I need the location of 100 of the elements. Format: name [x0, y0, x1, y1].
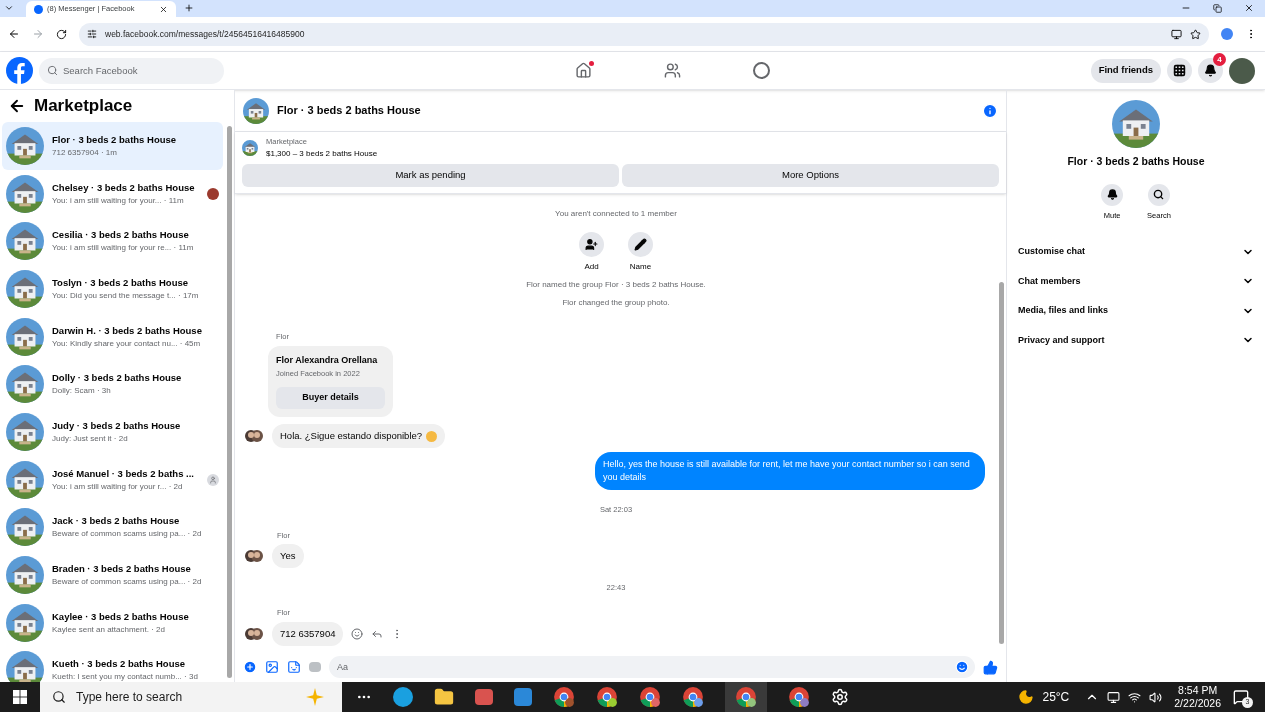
search-button[interactable]	[1148, 183, 1170, 206]
profile-avatar-icon[interactable]	[1229, 57, 1255, 84]
conversation-preview: You: Did you send the message t... · 17m	[52, 289, 200, 302]
browser-icon[interactable]	[639, 686, 661, 708]
message-text: 712 6357904	[280, 626, 336, 641]
conversation-name: Judy · 3 beds 2 baths House	[52, 418, 182, 432]
pencil-button[interactable]	[628, 232, 653, 257]
taskbar-search-field[interactable]: Type here to search	[40, 682, 342, 712]
tab-list-icon[interactable]	[4, 3, 14, 13]
listing-action-button[interactable]: Mark as pending	[242, 164, 619, 187]
conversation-name: Flor · 3 beds 2 baths House	[52, 132, 178, 146]
settings-icon[interactable]	[831, 688, 849, 706]
friends-icon[interactable]	[663, 62, 681, 79]
close-icon[interactable]	[1244, 3, 1254, 13]
message-field[interactable]: Aa	[329, 656, 975, 678]
emoji-icon[interactable]	[955, 660, 969, 674]
smile-emoji-icon	[426, 430, 438, 442]
photo-icon[interactable]	[265, 660, 279, 674]
conversation-name: Jack · 3 beds 2 baths House	[52, 514, 181, 528]
section-label: Customise chat	[1018, 245, 1086, 258]
install-icon[interactable]	[1171, 28, 1182, 40]
bell-icon	[1106, 189, 1118, 201]
search-icon	[52, 690, 66, 704]
details-section[interactable]: Media, files and links	[1018, 296, 1254, 326]
bookmark-icon[interactable]	[1190, 28, 1201, 40]
browser-icon[interactable]	[735, 686, 757, 708]
add-icon[interactable]	[243, 660, 257, 674]
system-message: Flor named the group Flor · 3 beds 2 baths House.	[525, 279, 707, 291]
conversation-preview: You: i am still waiting for your r... · 2d	[52, 480, 184, 493]
reload-icon[interactable]	[56, 28, 67, 40]
site-info-icon[interactable]	[87, 29, 97, 39]
folder-icon[interactable]	[434, 687, 454, 707]
system-message: Flor changed the group photo.	[561, 297, 671, 309]
info-icon[interactable]	[982, 102, 998, 119]
scrollbar-thumb[interactable]	[227, 126, 232, 678]
address-bar[interactable]: web.facebook.com/messages/t/24564516416485900	[79, 22, 1209, 46]
conversation-item[interactable]: Flor · 3 beds 2 baths House 712 6357904 · 1m	[2, 122, 223, 170]
back-icon[interactable]	[8, 28, 20, 40]
app-icon[interactable]	[475, 689, 493, 705]
notifications-icon[interactable]	[1233, 689, 1249, 705]
menu-button[interactable]	[1167, 58, 1192, 83]
details-section[interactable]: Chat members	[1018, 266, 1254, 296]
conversation-name: Darwin H. · 3 beds 2 baths House	[52, 323, 203, 337]
sparkle-icon	[306, 688, 324, 706]
search-field[interactable]: Search Facebook	[39, 57, 224, 84]
buyer-details-button[interactable]: Buyer details	[276, 387, 385, 409]
seen-avatar-icon	[207, 187, 219, 200]
conversation-preview: Kaylee sent an attachment. · 2d	[52, 623, 166, 636]
home-icon[interactable]	[574, 62, 592, 79]
network-icon[interactable]	[1107, 690, 1121, 704]
facebook-logo-icon	[34, 4, 43, 14]
listing-action-button[interactable]: More Options	[622, 164, 999, 187]
close-tab-icon[interactable]	[159, 4, 168, 14]
like-icon[interactable]	[983, 659, 998, 675]
conversation-name: José Manuel · 3 beds 2 baths ...	[52, 466, 195, 480]
browser-icon[interactable]	[788, 686, 810, 708]
facebook-logo-icon[interactable]	[6, 57, 33, 84]
system-message: You aren't connected to 1 member	[554, 208, 678, 220]
chat-title: Flor · 3 beds 2 baths House	[277, 103, 422, 119]
details-section[interactable]: Customise chat	[1018, 237, 1254, 267]
conversation-name: Dolly · 3 beds 2 baths House	[52, 371, 183, 385]
scrollbar-thumb[interactable]	[999, 282, 1004, 644]
message-text: Hola. ¿Sigue estando disponible?	[280, 429, 423, 443]
conversation-preview: Beware of common scams using pa... · 2d	[52, 528, 203, 541]
sidebar-title: Marketplace	[34, 95, 133, 118]
conversation-name: Toslyn · 3 beds 2 baths House	[52, 275, 190, 289]
conversation-preview: You: i am still waiting for your... · 11m	[52, 194, 185, 207]
temperature: 25°C	[1042, 689, 1070, 706]
details-section[interactable]: Privacy and support	[1018, 325, 1254, 355]
sticker-icon[interactable]	[287, 660, 301, 674]
react-icon[interactable]	[351, 627, 364, 640]
conversation-preview: You: Kindly share your contact nu... · 45m	[52, 337, 202, 350]
add-person-icon	[585, 238, 598, 251]
windows-start-icon[interactable]	[13, 690, 27, 704]
notifications-button[interactable]	[1198, 58, 1223, 83]
clock-date: 2/22/2026	[1174, 697, 1221, 710]
browser-icon[interactable]	[682, 686, 704, 708]
restore-icon[interactable]	[1213, 4, 1222, 13]
bell-icon	[1204, 64, 1217, 77]
conversation-preview: Beware of common scams using pa... · 2d	[52, 576, 203, 589]
wifi-icon[interactable]	[1128, 690, 1142, 704]
seen-avatar-icon	[207, 473, 219, 486]
conversation-preview: Judy: Just sent it · 2d	[52, 432, 129, 445]
section-label: Media, files and links	[1018, 304, 1109, 317]
notification-badge: 4	[1213, 53, 1226, 66]
profile-icon[interactable]	[1221, 28, 1233, 40]
back-icon[interactable]	[8, 97, 26, 115]
section-label: Chat members	[1018, 274, 1081, 288]
bell-button[interactable]	[1101, 183, 1124, 206]
browser-icon[interactable]	[553, 686, 575, 708]
browser-icon[interactable]	[596, 686, 618, 708]
conversation-preview: Dolly: Scam · 3h	[52, 385, 112, 398]
buyer-name: Flor Alexandra Orellana	[276, 354, 379, 368]
new-tab-icon[interactable]	[184, 3, 194, 13]
add-person-button[interactable]	[579, 232, 604, 257]
find-friends-button[interactable]: Find friends	[1090, 58, 1161, 83]
outgoing-message: Hello, yes the house is still available for rent, let me have your contact number so i can send you details	[595, 452, 985, 491]
listing-title: $1,300 – 3 beds 2 baths House	[266, 148, 378, 160]
action-label: Name	[629, 261, 652, 273]
volume-icon[interactable]	[1149, 690, 1163, 704]
